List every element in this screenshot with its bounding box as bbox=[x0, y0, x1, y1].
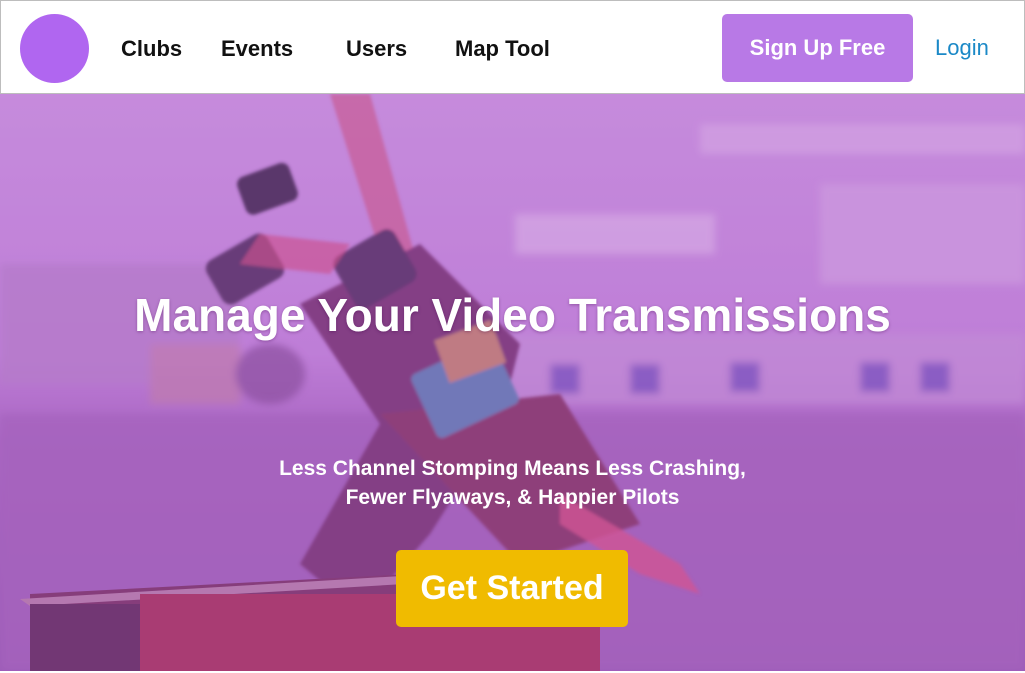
nav-link-clubs[interactable]: Clubs bbox=[121, 35, 182, 63]
hero-title: Manage Your Video Transmissions bbox=[134, 289, 891, 341]
get-started-button[interactable]: Get Started bbox=[396, 550, 628, 627]
nav-link-users[interactable]: Users bbox=[346, 35, 407, 63]
login-link[interactable]: Login bbox=[935, 34, 989, 62]
nav-link-events[interactable]: Events bbox=[221, 35, 293, 63]
top-navbar: Clubs Events Users Map Tool Sign Up Free… bbox=[0, 0, 1025, 94]
hero-subtitle: Less Channel Stomping Means Less Crashin… bbox=[0, 454, 1025, 512]
sign-up-button[interactable]: Sign Up Free bbox=[722, 14, 913, 82]
hero-subtitle-line-1: Less Channel Stomping Means Less Crashin… bbox=[279, 457, 746, 480]
hero-subtitle-line-2: Fewer Flyaways, & Happier Pilots bbox=[345, 486, 680, 509]
hero-section: Manage Your Video Transmissions Less Cha… bbox=[0, 94, 1025, 671]
nav-link-map-tool[interactable]: Map Tool bbox=[455, 35, 550, 63]
logo-icon[interactable] bbox=[20, 14, 89, 83]
